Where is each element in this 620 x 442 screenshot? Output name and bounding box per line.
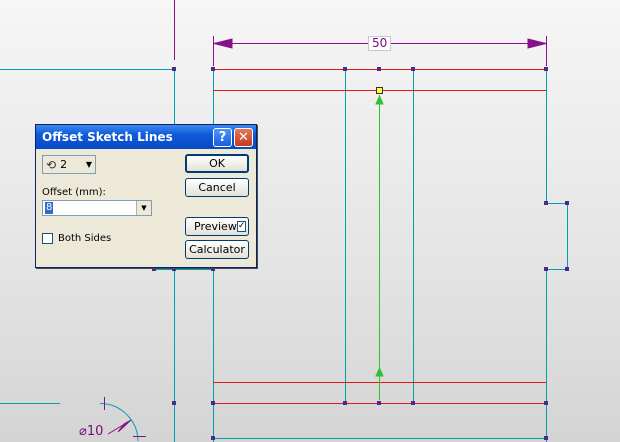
chevron-down-icon: ▼ [85,160,92,169]
dimension-diameter[interactable] [104,397,147,437]
both-sides-checkbox[interactable] [42,233,53,244]
help-icon[interactable]: ? [213,127,232,147]
dimension-width[interactable] [174,0,547,66]
both-sides-option[interactable]: Both Sides [42,233,111,244]
dimension-width-label[interactable]: 50 [368,36,392,51]
offset-input[interactable]: 8 ▼ [42,200,152,216]
offset-sketch-lines-dialog: Offset Sketch Lines ? ✕ ⟲ 2 ▼ Offset (mm… [35,124,257,268]
offset-value: 8 [45,202,54,214]
close-icon[interactable]: ✕ [234,127,253,147]
offset-label: Offset (mm): [42,187,106,198]
both-sides-label: Both Sides [58,233,112,244]
offset-count-icon: ⟲ [46,157,57,172]
constraint-marker [375,94,384,400]
offset-count-dropdown[interactable]: ⟲ 2 ▼ [42,155,96,174]
dialog-title: Offset Sketch Lines [42,130,173,144]
selected-line-handle[interactable] [376,87,383,94]
preview-checkbox[interactable]: ✓ [236,221,247,232]
preview-button[interactable]: Preview ✓ [185,217,249,236]
ok-button[interactable]: OK [185,154,249,173]
dialog-titlebar[interactable]: Offset Sketch Lines ? ✕ [36,125,256,149]
dimension-diameter-label[interactable]: ⌀10 [76,425,106,438]
preview-label: Preview [194,220,237,233]
cancel-button[interactable]: Cancel [185,178,249,197]
calculator-button[interactable]: Calculator [185,240,249,259]
offset-count-value: 2 [60,158,68,171]
chevron-down-icon[interactable]: ▼ [136,201,151,215]
